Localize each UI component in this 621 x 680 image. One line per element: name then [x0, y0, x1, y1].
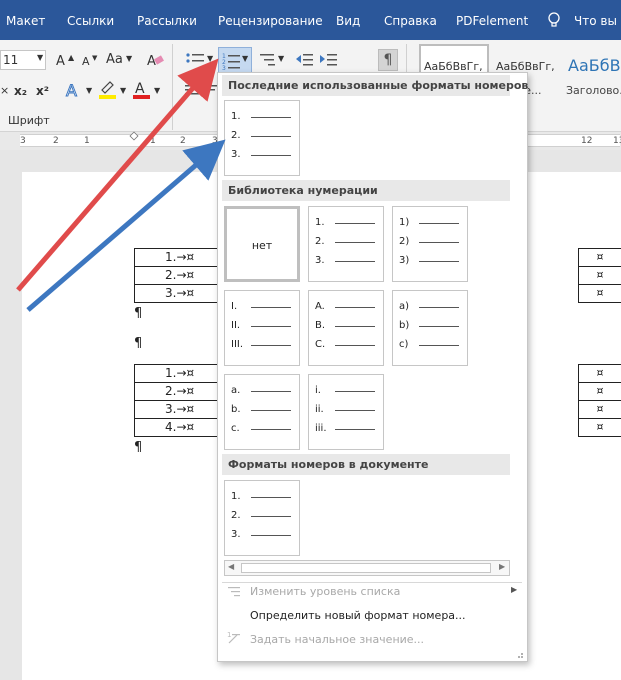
annotation-arrows: [16, 58, 226, 312]
